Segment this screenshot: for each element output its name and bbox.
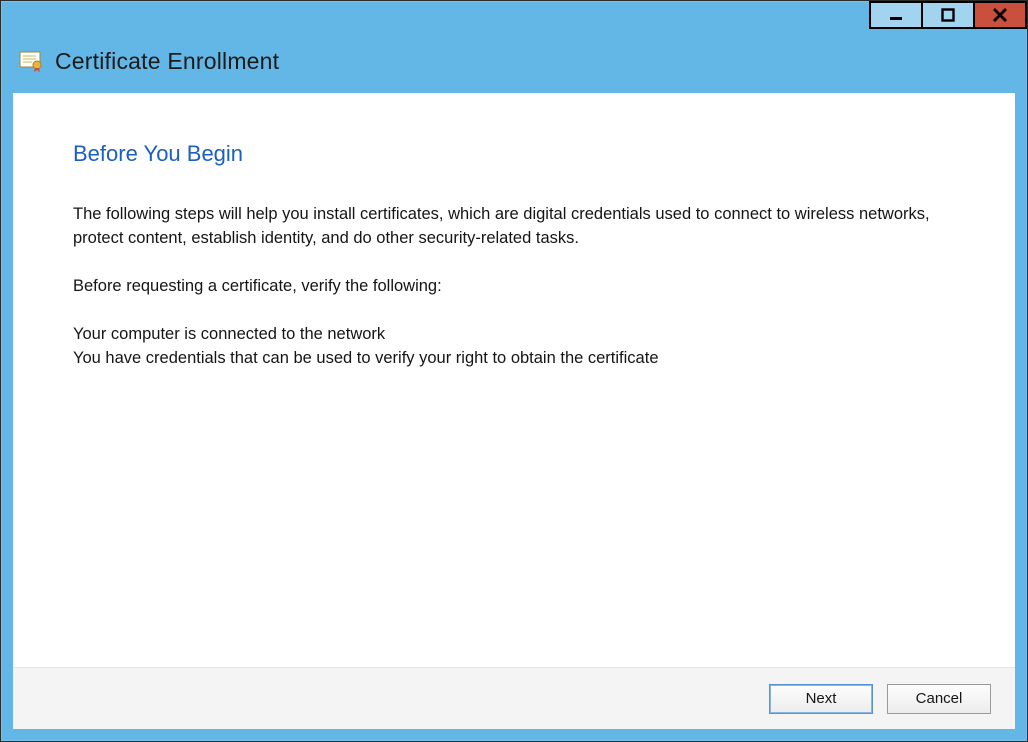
close-button[interactable] (973, 1, 1027, 29)
content-body: Before You Begin The following steps wil… (13, 93, 1015, 667)
intro-paragraph: The following steps will help you instal… (73, 203, 959, 251)
minimize-button[interactable] (869, 1, 923, 29)
window-controls (871, 1, 1027, 29)
verify-prompt: Before requesting a certificate, verify … (73, 275, 959, 299)
certificate-icon (19, 50, 43, 72)
body-text: The following steps will help you instal… (73, 203, 959, 371)
check-item-1: Your computer is connected to the networ… (73, 323, 959, 347)
section-heading: Before You Begin (73, 141, 959, 167)
maximize-button[interactable] (921, 1, 975, 29)
next-button[interactable]: Next (769, 684, 873, 714)
check-item-2: You have credentials that can be used to… (73, 347, 959, 371)
dialog-window: Certificate Enrollment Before You Begin … (0, 0, 1028, 742)
dialog-title: Certificate Enrollment (55, 48, 279, 75)
dialog-footer: Next Cancel (13, 667, 1015, 729)
cancel-button[interactable]: Cancel (887, 684, 991, 714)
content-panel: Before You Begin The following steps wil… (13, 93, 1015, 729)
titlebar (1, 1, 1027, 29)
dialog-header: Certificate Enrollment (1, 29, 1027, 93)
